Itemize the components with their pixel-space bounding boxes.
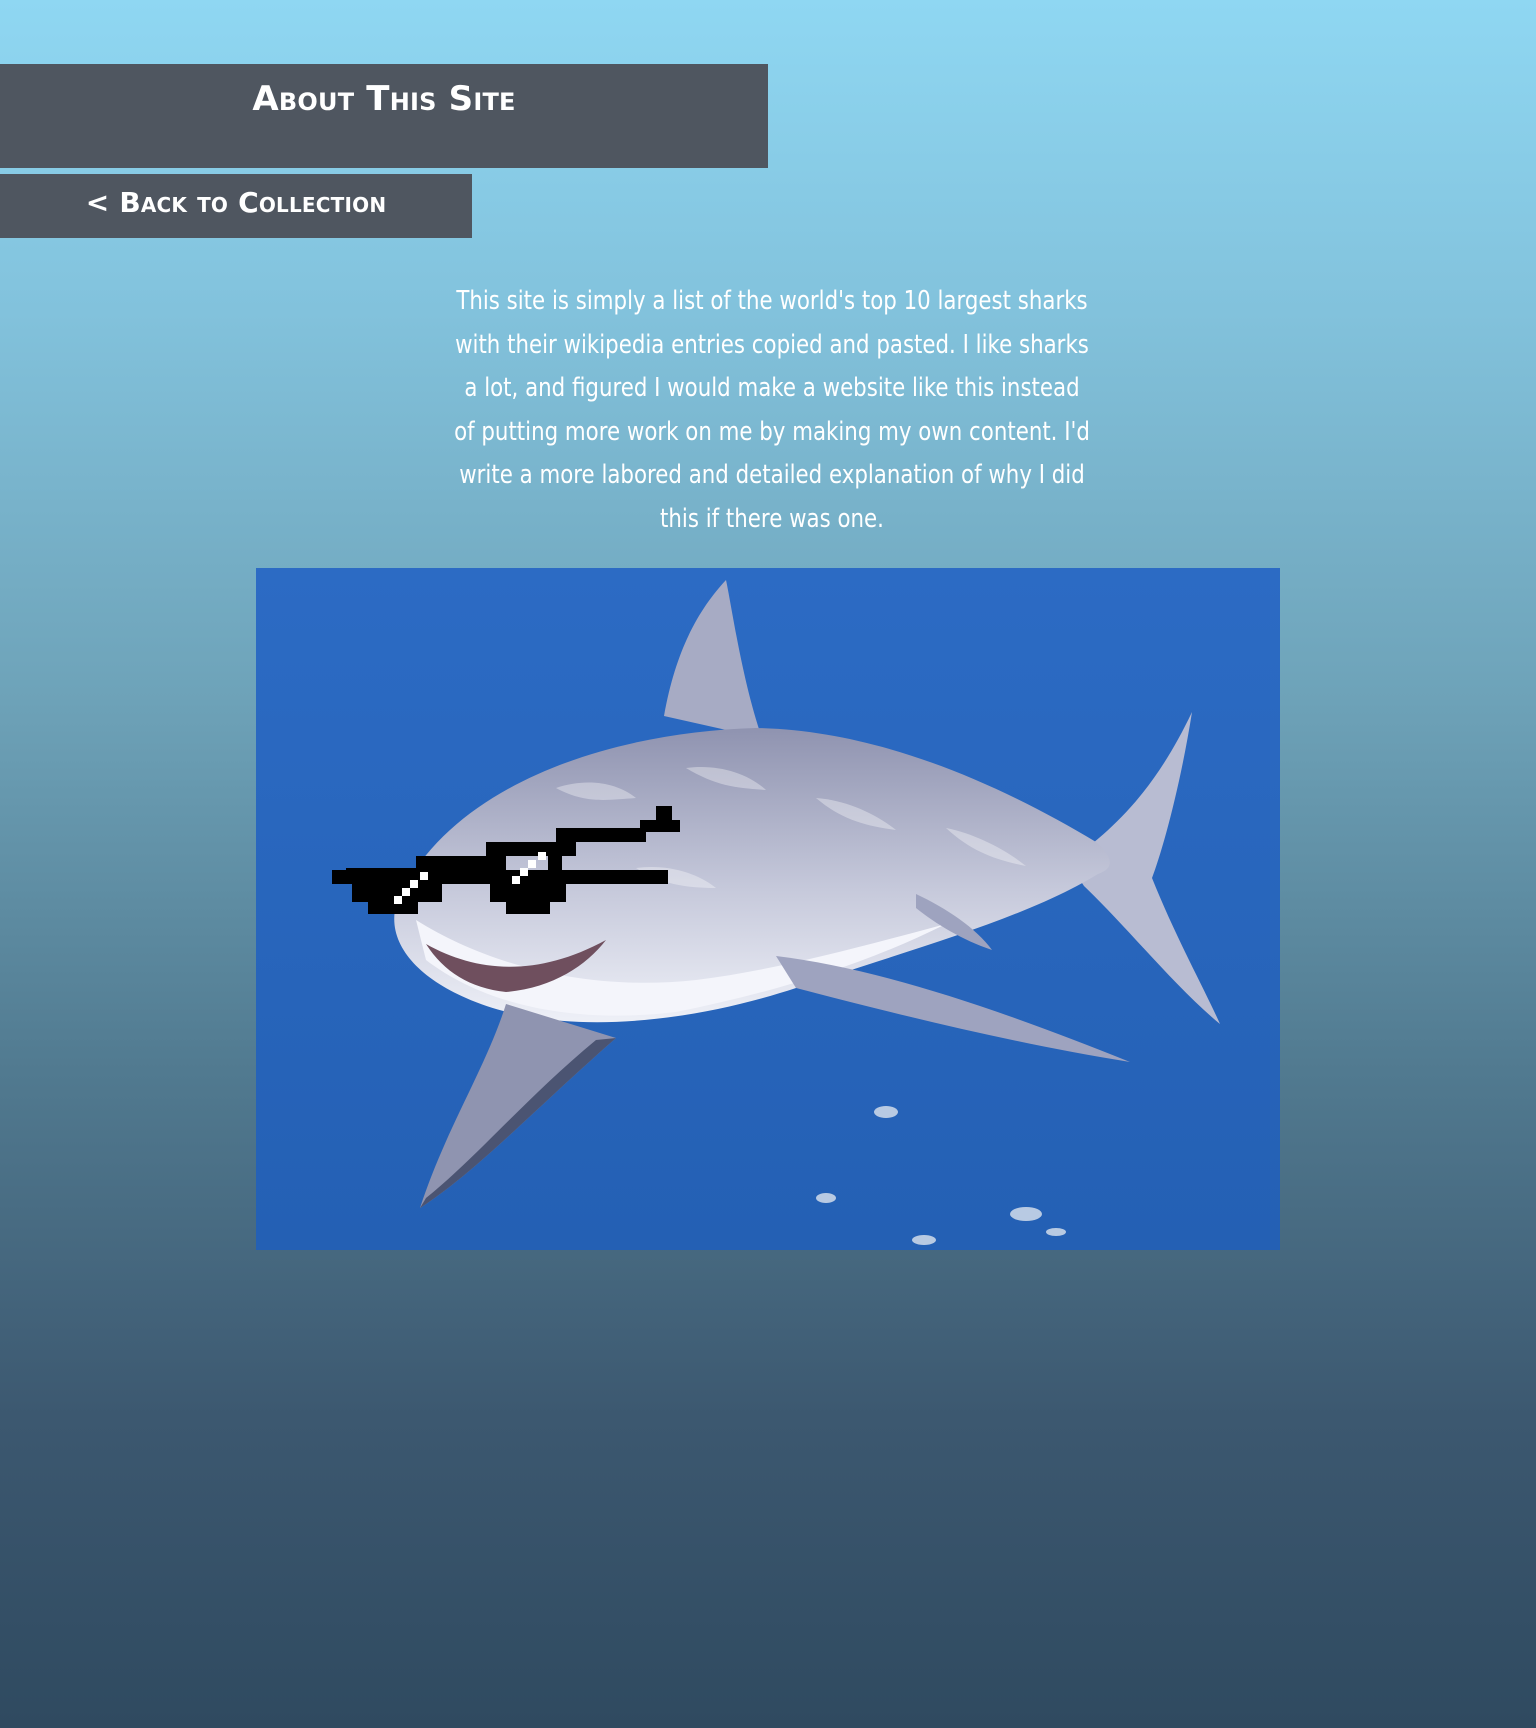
shark-illustration xyxy=(256,568,1280,1250)
shark-photo xyxy=(256,568,1280,1250)
site-description: This site is simply a list of the world'… xyxy=(454,286,1090,534)
page-title: About This Site xyxy=(252,78,516,119)
back-to-collection-link[interactable]: < Back to Collection xyxy=(0,174,472,238)
page-header: About This Site xyxy=(0,64,768,168)
back-link-label: < Back to Collection xyxy=(85,185,387,219)
